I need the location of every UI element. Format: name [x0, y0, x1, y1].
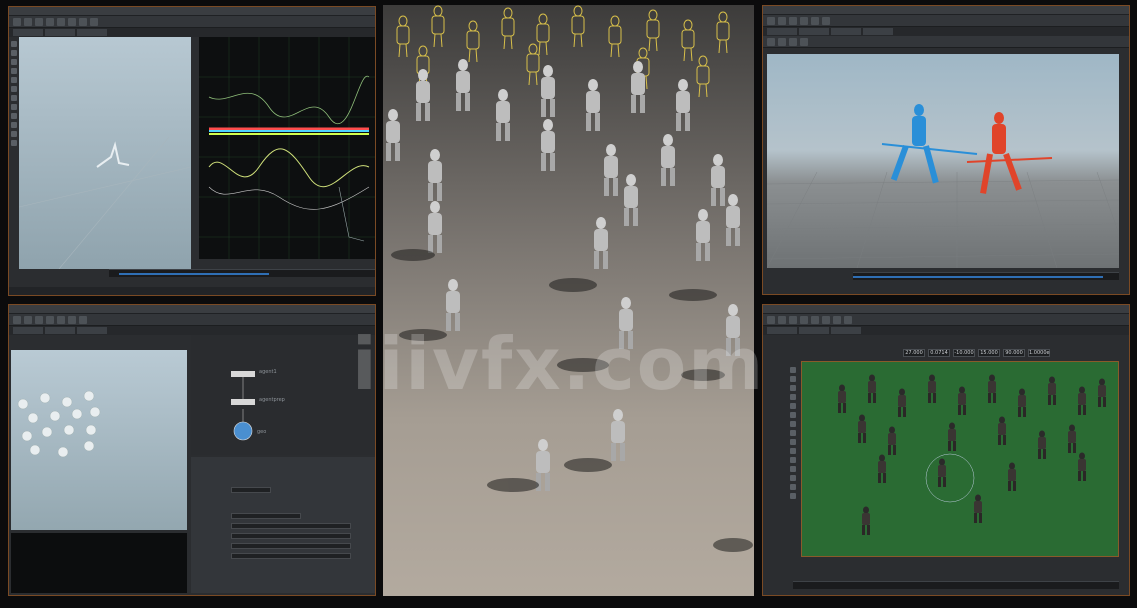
playbar[interactable]	[109, 269, 375, 277]
menu-bar[interactable]	[763, 305, 1129, 314]
pane-tabs[interactable]	[9, 326, 375, 335]
tool-icon[interactable]	[811, 17, 819, 25]
python-console[interactable]	[11, 533, 187, 593]
blue-fighter	[890, 104, 939, 184]
node-network[interactable]: agent1 agentprep geo	[191, 335, 375, 455]
param-field[interactable]	[231, 553, 351, 559]
red-fighter	[980, 112, 1022, 194]
pane-tabs[interactable]	[763, 27, 1129, 36]
agent-points	[17, 390, 101, 458]
playbar[interactable]	[853, 272, 1119, 280]
tool-icon[interactable]	[822, 17, 830, 25]
tool-icon[interactable]	[13, 18, 21, 26]
tool-icon[interactable]	[778, 316, 786, 324]
param-field[interactable]	[231, 533, 351, 539]
curve-graph[interactable]	[199, 37, 375, 259]
ground-grid	[767, 171, 1119, 268]
animation-editor-window	[8, 6, 376, 296]
shelf-toolbar[interactable]	[763, 15, 1129, 27]
tool-icon[interactable]	[833, 316, 841, 324]
node-label-geo: geo	[257, 429, 267, 435]
status-bar	[9, 287, 375, 295]
tool-icon[interactable]	[90, 18, 98, 26]
shelf-toolbar[interactable]	[9, 16, 375, 28]
tool-icon[interactable]	[35, 316, 43, 324]
field-3[interactable]: 15.000	[978, 349, 1000, 357]
shelf-toolbar[interactable]	[9, 314, 375, 326]
tool-icon[interactable]	[844, 316, 852, 324]
scene-viewport[interactable]	[11, 350, 187, 530]
character-figure	[96, 141, 130, 168]
field-1[interactable]: 0.0714	[928, 349, 950, 357]
field-2[interactable]: -10.000	[953, 349, 975, 357]
pane-tabs[interactable]	[763, 326, 1129, 335]
field-4[interactable]: 90.000	[1003, 349, 1025, 357]
scene-viewport[interactable]	[18, 37, 192, 270]
tool-icon[interactable]	[778, 17, 786, 25]
node-label-agentprep: agentprep	[259, 397, 285, 403]
parameter-pane[interactable]	[191, 457, 375, 593]
tool-icon[interactable]	[35, 18, 43, 26]
param-field[interactable]	[231, 543, 351, 549]
selection-radius	[925, 453, 975, 503]
tool-icon[interactable]	[767, 17, 775, 25]
playbar-range[interactable]	[853, 276, 1103, 278]
menu-bar[interactable]	[9, 7, 375, 16]
viewport-tools[interactable]	[789, 363, 797, 499]
tool-icon[interactable]	[24, 316, 32, 324]
tool-icon[interactable]	[46, 316, 54, 324]
tool-icon[interactable]	[57, 316, 65, 324]
viewport-tools[interactable]	[10, 37, 18, 146]
tool-icon[interactable]	[68, 18, 76, 26]
tool-icon[interactable]	[68, 316, 76, 324]
param-field[interactable]	[231, 487, 271, 493]
node-agentprep[interactable]	[231, 399, 255, 405]
tool-icon[interactable]	[822, 316, 830, 324]
tool-icon[interactable]	[800, 17, 808, 25]
scene-viewport[interactable]	[767, 54, 1119, 268]
site-watermark: iiivfx.com	[352, 322, 766, 406]
tool-icon[interactable]	[789, 17, 797, 25]
pane-tabs[interactable]	[9, 28, 375, 37]
curve-dark[interactable]	[338, 186, 365, 242]
green-crowd-window: 27.000 0.0714 -10.000 15.000 90.000 1.00…	[762, 304, 1130, 596]
param-field[interactable]	[231, 513, 301, 519]
tool-icon[interactable]	[57, 18, 65, 26]
node-geo-icon[interactable]	[233, 421, 253, 441]
menu-bar[interactable]	[763, 6, 1129, 15]
tool-icon[interactable]	[789, 316, 797, 324]
soldier-agents	[386, 59, 740, 491]
viewport-grid	[18, 136, 192, 270]
tool-icon[interactable]	[811, 316, 819, 324]
node-label-agent: agent1	[259, 369, 277, 375]
crowd-agents	[838, 374, 1106, 535]
node-agent[interactable]	[231, 371, 255, 377]
viewport-toolbar[interactable]	[763, 36, 1129, 48]
playbar[interactable]	[793, 581, 1119, 589]
network-editor-window: agent1 agentprep geo	[8, 304, 376, 596]
tool-icon[interactable]	[767, 316, 775, 324]
combat-viewport-window	[762, 5, 1130, 295]
camera-fields[interactable]: 27.000 0.0714 -10.000 15.000 90.000 1.00…	[903, 349, 1050, 357]
tool-icon[interactable]	[79, 316, 87, 324]
playbar-range[interactable]	[119, 273, 269, 275]
tool-icon[interactable]	[46, 18, 54, 26]
tool-icon[interactable]	[24, 18, 32, 26]
tool-icon[interactable]	[79, 18, 87, 26]
tool-icon[interactable]	[13, 316, 21, 324]
shelf-toolbar[interactable]	[763, 314, 1129, 326]
param-field[interactable]	[231, 523, 351, 529]
green-viewport[interactable]	[801, 361, 1119, 557]
crowd-render-view	[383, 5, 754, 596]
crowd-layer	[386, 5, 753, 552]
tool-icon[interactable]	[800, 316, 808, 324]
field-0[interactable]: 27.000	[903, 349, 925, 357]
field-5[interactable]: 1.0000e	[1028, 349, 1050, 357]
menu-bar[interactable]	[9, 305, 375, 314]
